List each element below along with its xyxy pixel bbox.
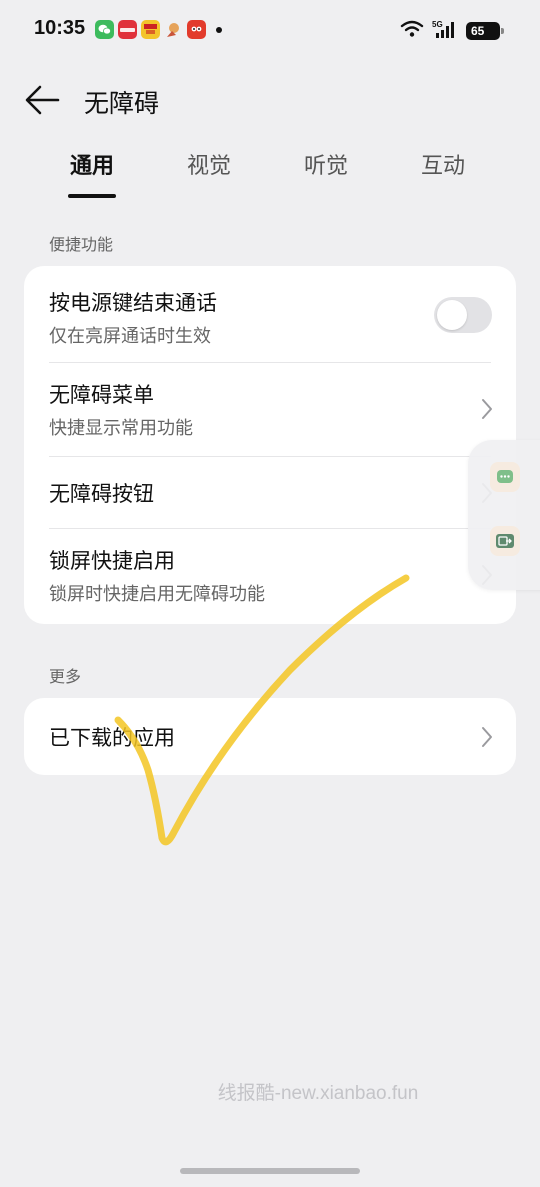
chat-bubble-icon (497, 470, 513, 483)
arrow-left-icon (25, 85, 60, 115)
more-notifications-dot (216, 26, 222, 33)
status-time: 10:35 (34, 17, 86, 39)
section-label-more: 更多 (49, 667, 82, 686)
battery-level: 65 (471, 24, 485, 38)
status-bar: 10:35 5G 65 (0, 0, 540, 60)
tab-interaction[interactable]: 互动 (398, 148, 488, 180)
cellular-signal-icon: 5G (432, 19, 458, 43)
section-label-shortcuts: 便捷功能 (49, 235, 114, 254)
floating-screen-button[interactable] (490, 526, 520, 556)
page-title: 无障碍 (84, 89, 160, 118)
battery-icon: 65 (466, 22, 504, 40)
floating-chat-button[interactable] (490, 462, 520, 492)
app-icon (187, 20, 206, 39)
home-indicator[interactable] (180, 1168, 360, 1174)
wechat-icon (95, 20, 114, 39)
page-header: 无障碍 (0, 72, 540, 128)
chevron-right-icon (482, 399, 492, 419)
floating-side-toolbar (468, 440, 540, 590)
active-tab-indicator (68, 194, 116, 198)
row-title: 无障碍菜单 (49, 383, 154, 407)
watermark: 线报酷-new.xianbao.fun (217, 1083, 419, 1104)
power-key-end-call-row[interactable]: 按电源键结束通话 仅在亮屏通话时生效 (24, 266, 516, 362)
system-icons: 5G 65 (400, 19, 504, 43)
row-title: 已下载的应用 (49, 726, 175, 750)
shortcuts-card: 按电源键结束通话 仅在亮屏通话时生效 无障碍菜单 快捷显示常用功能 无障碍按钮 … (24, 266, 516, 624)
chevron-right-icon (482, 727, 492, 747)
screen-share-icon (496, 534, 514, 548)
toggle-knob (437, 300, 467, 330)
power-key-end-call-toggle[interactable] (434, 297, 492, 333)
tab-vision[interactable]: 视觉 (164, 148, 254, 180)
tab-general[interactable]: 通用 (47, 148, 137, 180)
row-subtitle: 仅在亮屏通话时生效 (49, 326, 211, 347)
svg-text:5G: 5G (432, 20, 443, 29)
row-subtitle: 快捷显示常用功能 (49, 418, 193, 439)
more-card: 已下载的应用 (24, 698, 516, 775)
lockscreen-shortcut-row[interactable]: 锁屏快捷启用 锁屏时快捷启用无障碍功能 (24, 529, 516, 624)
xiaohongshu-icon (118, 20, 137, 39)
back-button[interactable] (22, 80, 62, 120)
accessibility-menu-row[interactable]: 无障碍菜单 快捷显示常用功能 (24, 363, 516, 456)
downloaded-apps-row[interactable]: 已下载的应用 (24, 698, 516, 775)
tab-bar: 通用 视觉 听觉 互动 (34, 148, 506, 202)
notification-icons (95, 20, 222, 39)
tab-hearing[interactable]: 听觉 (281, 148, 371, 180)
row-title: 按电源键结束通话 (49, 291, 217, 315)
wifi-icon (400, 20, 424, 42)
row-subtitle: 锁屏时快捷启用无障碍功能 (49, 584, 265, 605)
app-icon (141, 20, 160, 39)
app-icon (164, 20, 183, 39)
accessibility-button-row[interactable]: 无障碍按钮 (24, 457, 516, 528)
row-title: 锁屏快捷启用 (49, 549, 175, 573)
row-title: 无障碍按钮 (49, 482, 154, 506)
